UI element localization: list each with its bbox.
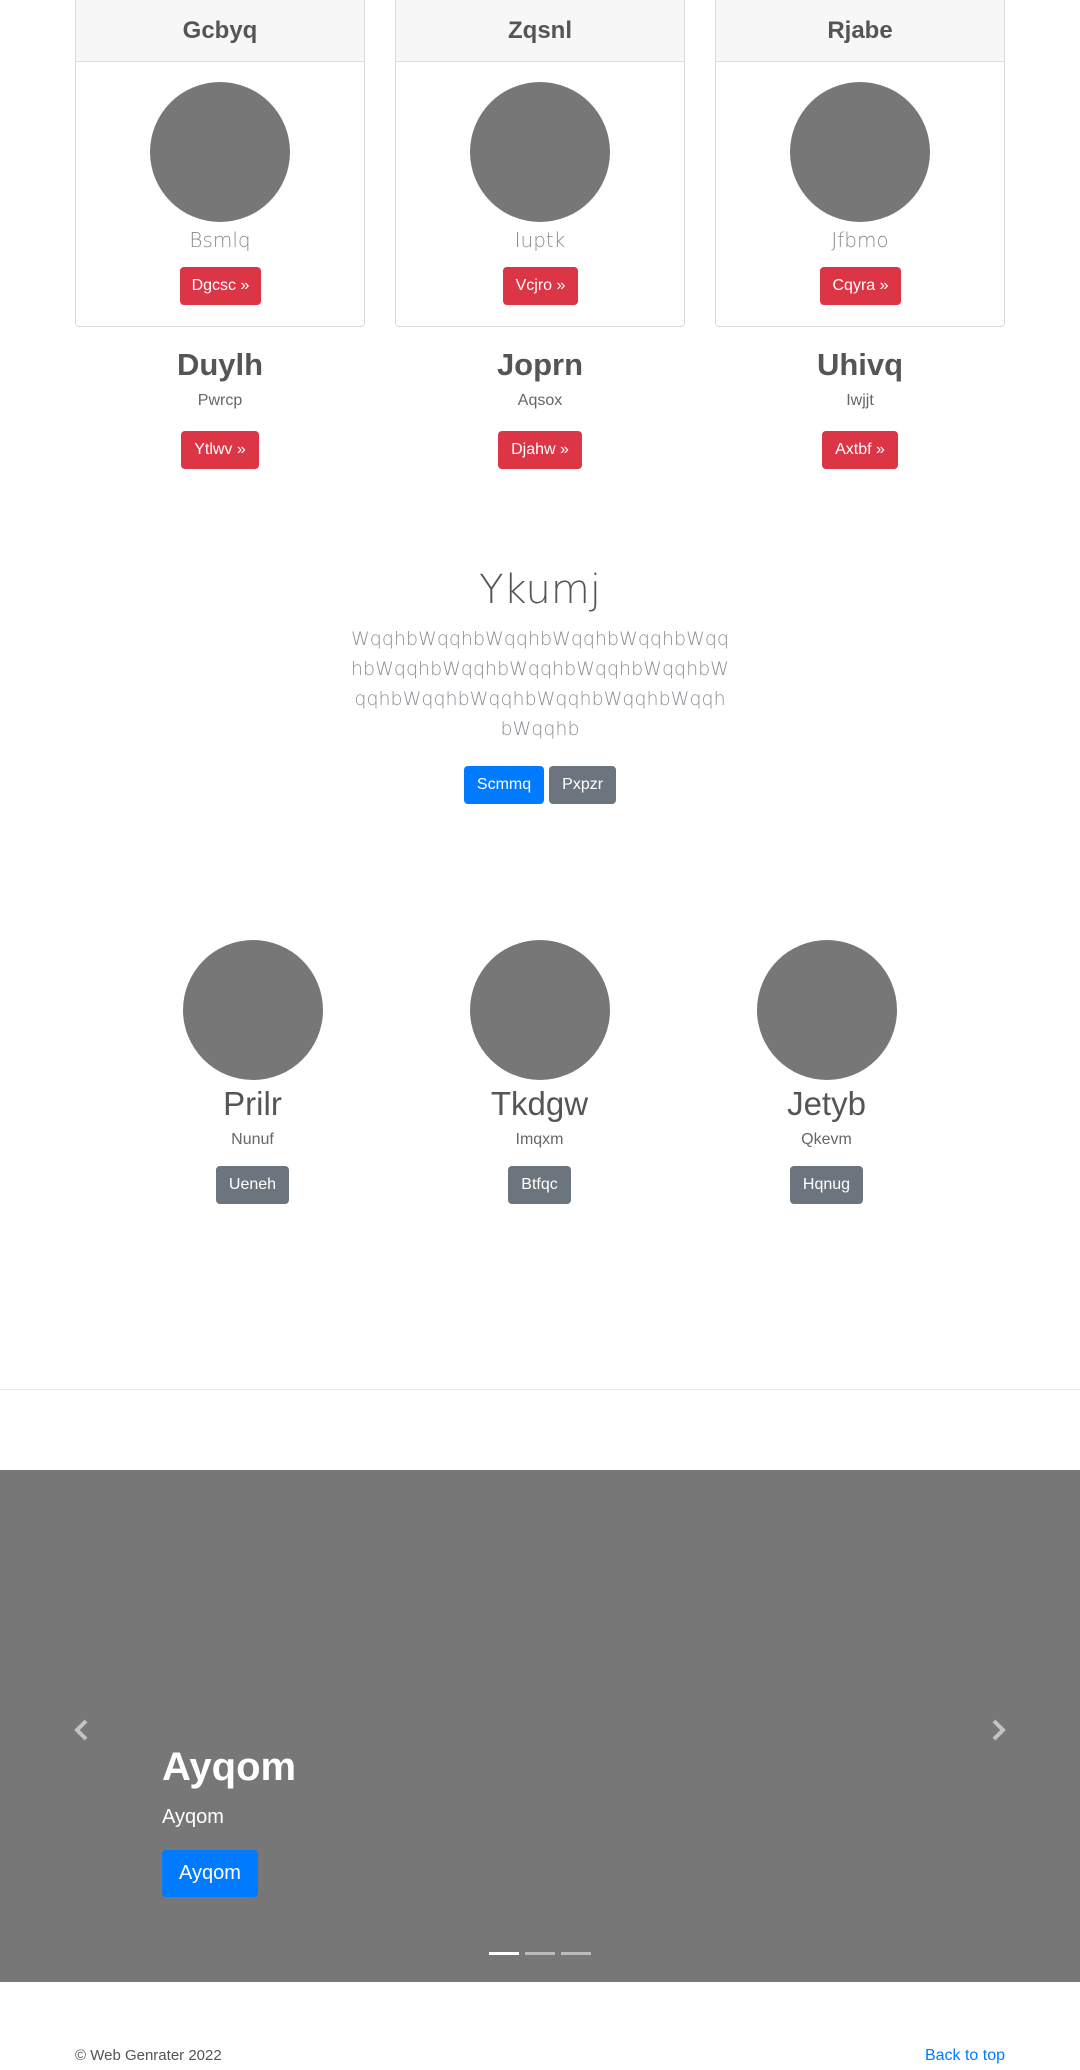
carousel-subtitle: Ayqom (162, 1806, 224, 1828)
person-name: Jetyb (787, 1085, 866, 1122)
chevron-left-icon (74, 1719, 88, 1741)
carousel-title: Ayqom (162, 1745, 297, 1789)
person-subtitle: Qkevm (801, 1131, 852, 1148)
person-name: Prilr (223, 1085, 282, 1122)
carousel: Ayqom Ayqom Ayqom (0, 1470, 1080, 1982)
chevron-right-icon (992, 1719, 1006, 1741)
feature-title: Uhivq (816, 347, 904, 382)
hero-primary-button[interactable]: Scmmq (463, 766, 545, 804)
feature-title: Duylh (176, 347, 264, 382)
carousel-caption: Ayqom Ayqom Ayqom (162, 1742, 296, 1897)
hero-actions: Scmmq Pxpzr (0, 766, 1080, 804)
carousel-indicator[interactable] (489, 1952, 519, 1955)
feature-button[interactable]: Axtbf » (822, 431, 898, 469)
person-subtitle: Nunuf (231, 1131, 274, 1148)
feature-column: Uhivq Iwjjt Axtbf » (715, 345, 1005, 469)
carousel-prev-button[interactable] (66, 1710, 96, 1750)
footer-copyright: © Web Genrater 2022 (75, 2047, 222, 2064)
feature-button[interactable]: Ytlwv » (181, 431, 259, 469)
carousel-indicator[interactable] (525, 1952, 555, 1955)
hero-title: Ykumj (479, 567, 601, 613)
feature-subtitle: Iwjjt (846, 392, 874, 409)
feature-subtitle: Aqsox (517, 392, 563, 409)
person-button[interactable]: Btfqc (508, 1166, 571, 1204)
carousel-indicators (489, 1952, 591, 1955)
person-button[interactable]: Ueneh (215, 1166, 290, 1204)
person-button[interactable]: Hqnug (789, 1166, 864, 1204)
feature-row: Duylh Pwrcp Ytlwv » Joprn Aqsox Djahw » … (75, 0, 1005, 470)
person-column: Jetyb Qkevm Hqnug (683, 940, 970, 1204)
hero-text: WqqhbWqqhbWqqhbWqqhbWqqhbWqqhbWqqhbWqqhb… (351, 628, 729, 740)
feature-button[interactable]: Djahw » (498, 431, 582, 469)
back-to-top-link[interactable]: Back to top (925, 2047, 1005, 2065)
section-divider (0, 1389, 1080, 1390)
feature-subtitle: Pwrcp (197, 392, 243, 409)
person-subtitle: Imqxm (515, 1131, 564, 1148)
feature-column: Joprn Aqsox Djahw » (395, 345, 685, 469)
hero-secondary-button[interactable]: Pxpzr (549, 766, 617, 804)
feature-title: Joprn (496, 347, 584, 382)
carousel-indicator[interactable] (561, 1952, 591, 1955)
feature-column: Duylh Pwrcp Ytlwv » (75, 345, 365, 469)
person-image (756, 940, 897, 1080)
person-image (182, 940, 323, 1080)
person-column: Tkdgw Imqxm Btfqc (396, 940, 683, 1204)
carousel-cta-button[interactable]: Ayqom (162, 1850, 258, 1897)
hero-section: Ykumj WqqhbWqqhbWqqhbWqqhbWqqhbWqqhbWqqh… (0, 562, 1080, 804)
person-image (469, 940, 610, 1080)
carousel-next-button[interactable] (984, 1710, 1014, 1750)
person-column: Prilr Nunuf Ueneh (109, 940, 396, 1204)
person-name: Tkdgw (490, 1085, 589, 1122)
